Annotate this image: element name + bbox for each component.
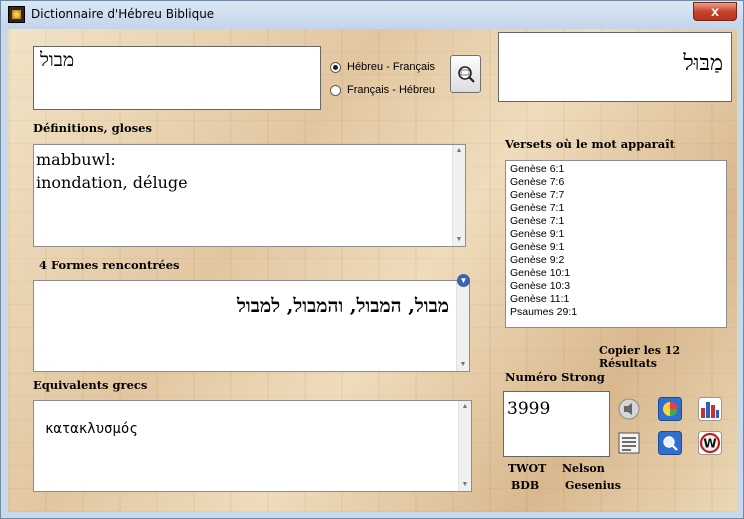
forms-label: 4 Formes rencontrées	[39, 258, 180, 272]
greek-scrollbar[interactable]: ▲ ▼	[458, 401, 471, 491]
notepad-icon	[618, 432, 640, 454]
search-input[interactable]: מבול	[33, 46, 321, 110]
pointed-word-text: מַבּוּל	[683, 51, 723, 76]
list-item[interactable]: Genèse 9:1	[510, 241, 722, 254]
radio-francais-hebreu-label: Français - Hébreu	[347, 84, 436, 96]
list-item[interactable]: Genèse 6:1	[510, 163, 722, 176]
list-item[interactable]: Genèse 10:1	[510, 267, 722, 280]
speaker-icon	[618, 398, 640, 420]
window-title: Dictionnaire d'Hébreu Biblique	[31, 7, 215, 21]
strong-number-value: 3999	[507, 399, 551, 419]
radio-hebreu-francais[interactable]: Hébreu - Français	[330, 61, 435, 73]
scroll-down-icon[interactable]: ▼	[457, 359, 469, 371]
greek-textarea[interactable]: κατακλυσμός ▲ ▼	[33, 400, 472, 492]
definitions-line-1: mabbuwl:	[36, 150, 116, 169]
scroll-up-icon[interactable]: ▲	[453, 145, 465, 157]
definitions-textarea[interactable]: mabbuwl: inondation, déluge ▲ ▼	[33, 144, 466, 247]
twot-link[interactable]: TWOT	[508, 462, 546, 475]
bdb-link[interactable]: BDB	[511, 479, 539, 492]
scroll-down-icon[interactable]: ▼	[459, 479, 471, 491]
radio-hebreu-francais-label: Hébreu - Français	[347, 61, 436, 73]
app-icon[interactable]	[8, 6, 25, 23]
list-item[interactable]: Genèse 9:1	[510, 228, 722, 241]
search-button[interactable]	[450, 55, 481, 93]
app-window: Dictionnaire d'Hébreu Biblique x מבול Hé…	[0, 0, 744, 519]
list-item[interactable]: Genèse 7:1	[510, 215, 722, 228]
radio-indicator[interactable]	[330, 84, 341, 96]
forms-scrollbar[interactable]: ▼ ▼	[456, 274, 470, 371]
download-arrow-icon[interactable]: ▼	[457, 274, 470, 287]
close-button[interactable]: x	[693, 2, 737, 21]
list-item[interactable]: Psaumes 29:1	[510, 306, 722, 319]
scroll-down-icon[interactable]: ▼	[453, 234, 465, 246]
forms-textarea[interactable]: מבול, המבול, והמבול, למבול ▼ ▼	[33, 274, 470, 372]
definitions-label: Définitions, gloses	[33, 121, 152, 135]
zoom-button[interactable]	[658, 431, 682, 455]
gesenius-link[interactable]: Gesenius	[565, 479, 621, 492]
w-logo-icon: W	[698, 431, 722, 455]
list-item[interactable]: Genèse 7:7	[510, 189, 722, 202]
strong-number-field[interactable]: 3999	[503, 391, 610, 457]
verses-label: Versets où le mot apparaît	[505, 137, 675, 151]
zoom-icon	[658, 431, 682, 455]
bar-chart-icon	[698, 397, 722, 421]
definitions-scrollbar[interactable]: ▲ ▼	[452, 145, 465, 246]
speaker-button[interactable]	[617, 397, 641, 421]
svg-text:W: W	[703, 437, 716, 451]
verses-list[interactable]: Genèse 6:1 Genèse 7:6 Genèse 7:7 Genèse …	[505, 160, 727, 328]
search-input-text: מבול	[40, 49, 75, 71]
list-item[interactable]: Genèse 7:1	[510, 202, 722, 215]
list-item[interactable]: Genèse 9:2	[510, 254, 722, 267]
bar-chart-button[interactable]	[698, 397, 722, 421]
client-area: מבול Hébreu - Français Français - Hébreu…	[8, 29, 737, 512]
greek-label: Equivalents grecs	[33, 378, 148, 392]
list-item[interactable]: Genèse 10:3	[510, 280, 722, 293]
strong-label: Numéro Strong	[505, 370, 605, 384]
nelson-link[interactable]: Nelson	[562, 462, 605, 475]
pointed-word-display: מַבּוּל	[498, 32, 732, 102]
scroll-up-icon[interactable]: ▲	[459, 401, 471, 413]
pie-chart-icon	[658, 397, 682, 421]
list-item[interactable]: Genèse 11:1	[510, 293, 722, 306]
pie-chart-button[interactable]	[658, 397, 682, 421]
greek-text: κατακλυσμός	[45, 421, 138, 437]
radio-francais-hebreu[interactable]: Français - Hébreu	[330, 84, 435, 96]
copy-results-button[interactable]: Copier les 12 Résultats	[599, 344, 737, 370]
definitions-line-2: inondation, déluge	[36, 173, 188, 192]
list-item[interactable]: Genèse 7:6	[510, 176, 722, 189]
w-logo-button[interactable]: W	[698, 431, 722, 455]
magnifier-icon	[458, 66, 475, 83]
forms-text: מבול, המבול, והמבול, למבול	[237, 295, 449, 317]
radio-indicator-checked[interactable]	[330, 61, 341, 73]
notepad-button[interactable]	[617, 431, 641, 455]
title-bar: Dictionnaire d'Hébreu Biblique x	[1, 1, 743, 29]
